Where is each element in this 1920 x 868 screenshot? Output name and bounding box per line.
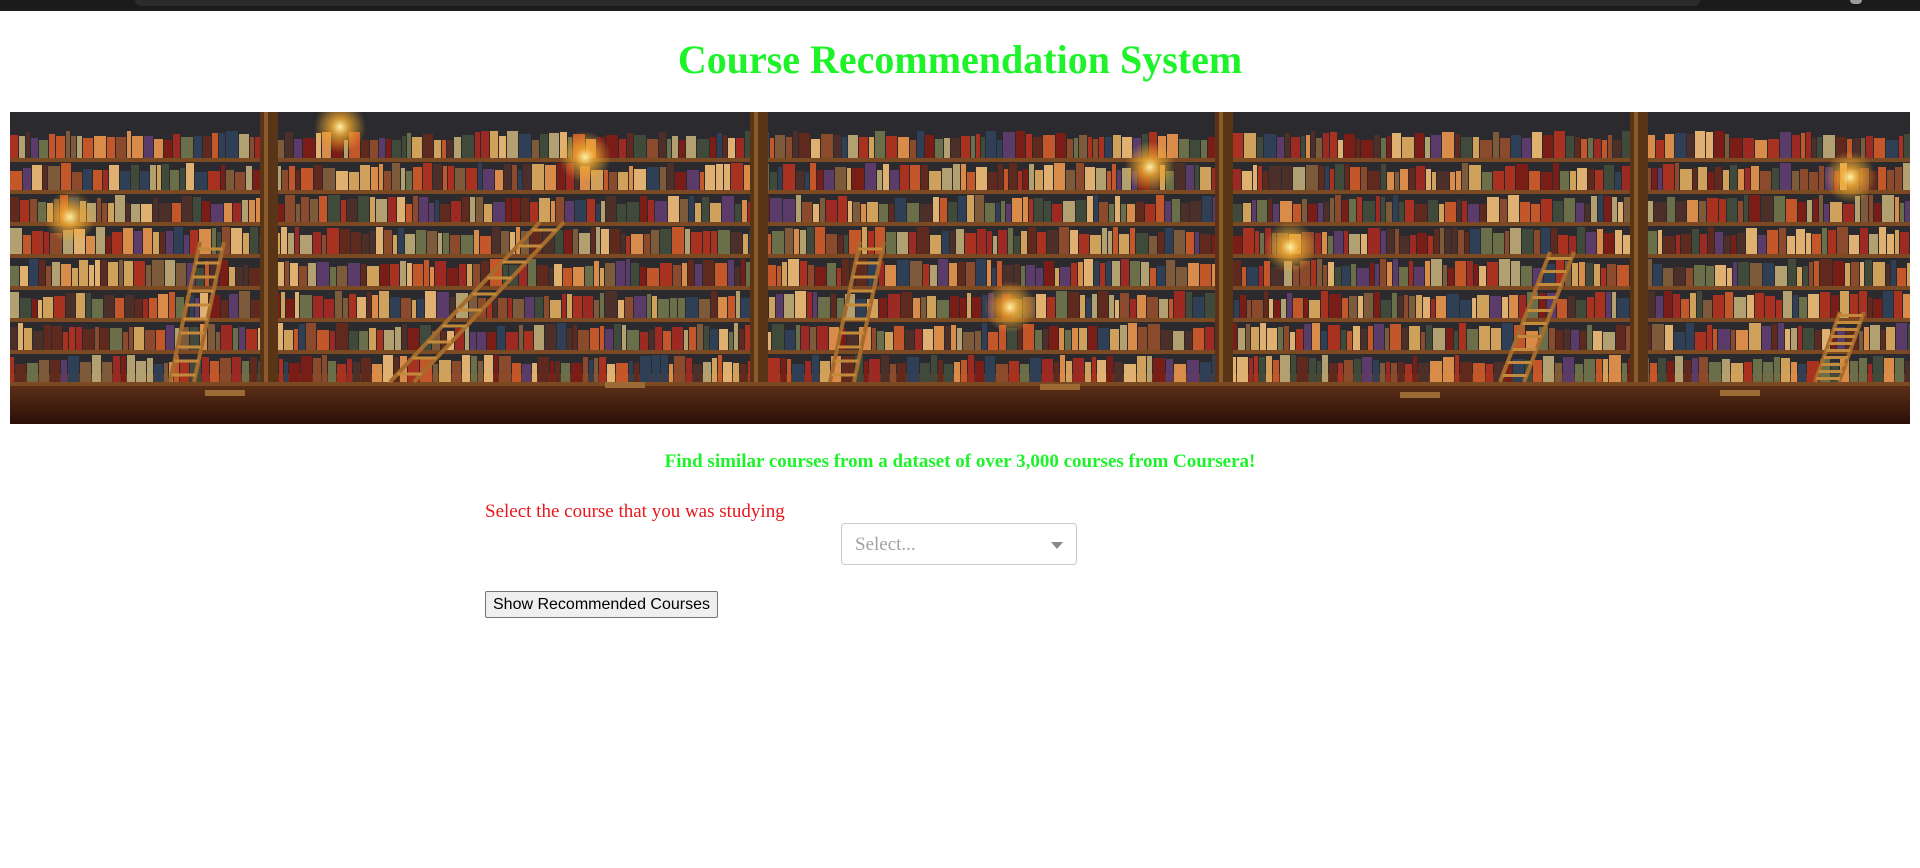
chevron-down-icon[interactable] bbox=[1051, 542, 1063, 549]
course-select-dropdown[interactable]: Select... bbox=[841, 523, 1077, 565]
course-select-placeholder: Select... bbox=[855, 534, 916, 555]
browser-address-bar[interactable] bbox=[135, 0, 1700, 6]
browser-top-bar bbox=[0, 0, 1920, 11]
browser-profile-icon[interactable] bbox=[1850, 0, 1862, 4]
show-recommended-courses-button[interactable]: Show Recommended Courses bbox=[485, 591, 718, 618]
page-subtitle: Find similar courses from a dataset of o… bbox=[664, 451, 1256, 472]
page-title: Course Recommendation System bbox=[677, 37, 1243, 82]
course-select-label: Select the course that you was studying bbox=[485, 501, 785, 522]
library-banner-image bbox=[10, 112, 1910, 424]
bookshelf-illustration bbox=[10, 112, 1910, 424]
